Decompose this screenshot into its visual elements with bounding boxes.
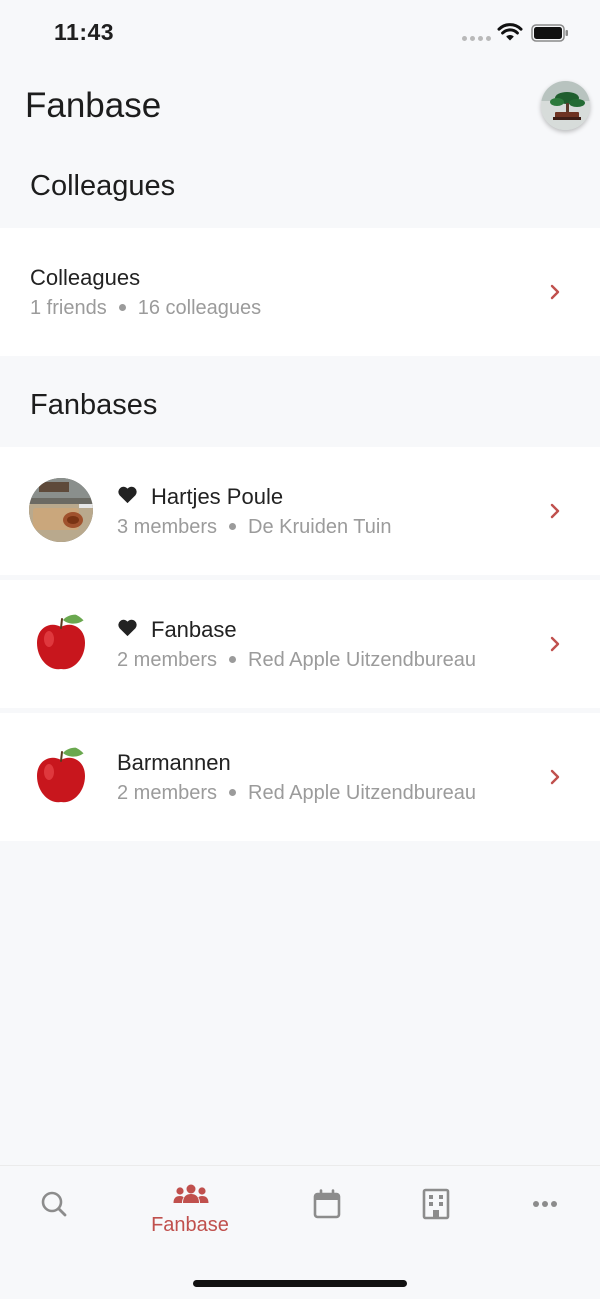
fanbase-title: Hartjes Poule (151, 484, 284, 509)
battery-icon (531, 24, 568, 42)
tab-calendar[interactable] (293, 1166, 361, 1256)
heart-icon (118, 486, 137, 504)
fanbase-row[interactable]: Hartjes Poule 3 members De Kruiden Tuin (0, 447, 600, 575)
separator-dot (229, 522, 237, 530)
bonsai-photo-icon (541, 81, 590, 130)
building-icon (422, 1188, 450, 1220)
members-count: 2 members (117, 649, 218, 671)
colleagues-row-title: Colleagues (30, 265, 141, 290)
red-apple-logo-icon (29, 611, 93, 675)
more-icon (533, 1201, 557, 1207)
fanbase-row[interactable]: Barmannen 2 members Red Apple Uitzendbure… (0, 713, 600, 841)
tab-fanbase-label: Fanbase (151, 1214, 229, 1236)
red-apple-logo-icon (29, 744, 93, 808)
profile-avatar[interactable] (541, 81, 590, 130)
organization-name: Red Apple Uitzendbureau (248, 649, 476, 671)
tab-more[interactable] (512, 1166, 580, 1256)
colleagues-row-subtitle: 1 friends 16 colleagues (30, 297, 261, 320)
tab-companies[interactable] (402, 1166, 470, 1256)
chevron-right-icon (550, 636, 560, 652)
tab-search[interactable] (20, 1166, 88, 1256)
friends-count: 1 friends (30, 297, 107, 319)
fanbase-subtitle: 2 members Red Apple Uitzendbureau (117, 649, 476, 672)
fanbase-title: Barmannen (117, 750, 231, 775)
cellular-signal-icon (462, 36, 491, 41)
status-bar: 11:43 (0, 0, 600, 66)
kitchen-photo-icon (29, 478, 93, 542)
members-count: 3 members (117, 516, 218, 538)
page-title: Fanbase (25, 86, 162, 125)
calendar-icon (313, 1189, 341, 1219)
home-indicator (193, 1280, 407, 1287)
status-time: 11:43 (54, 19, 115, 45)
fanbase-subtitle: 2 members Red Apple Uitzendbureau (117, 782, 476, 805)
colleagues-count: 16 colleagues (137, 297, 262, 319)
separator-dot (229, 788, 237, 796)
wifi-icon (497, 23, 523, 41)
fanbase-title: Fanbase (151, 617, 237, 642)
fanbases-section-title: Fanbases (30, 389, 158, 421)
tab-bar: Fanbase (0, 1165, 600, 1299)
separator-dot (229, 655, 237, 663)
chevron-right-icon (550, 503, 560, 519)
separator-dot (118, 303, 126, 311)
organization-name: Red Apple Uitzendbureau (248, 782, 476, 804)
fanbase-row[interactable]: Fanbase 2 members Red Apple Uitzendbureau (0, 580, 600, 708)
tab-fanbase[interactable]: Fanbase (140, 1166, 240, 1256)
colleagues-row[interactable]: Colleagues 1 friends 16 colleagues (0, 228, 600, 356)
colleagues-section-title: Colleagues (30, 170, 176, 202)
group-icon (173, 1184, 209, 1203)
heart-icon (118, 619, 137, 637)
search-icon (41, 1191, 67, 1217)
chevron-right-icon (550, 284, 560, 300)
fanbase-subtitle: 3 members De Kruiden Tuin (117, 516, 391, 539)
organization-name: De Kruiden Tuin (248, 516, 392, 538)
members-count: 2 members (117, 782, 218, 804)
chevron-right-icon (550, 769, 560, 785)
